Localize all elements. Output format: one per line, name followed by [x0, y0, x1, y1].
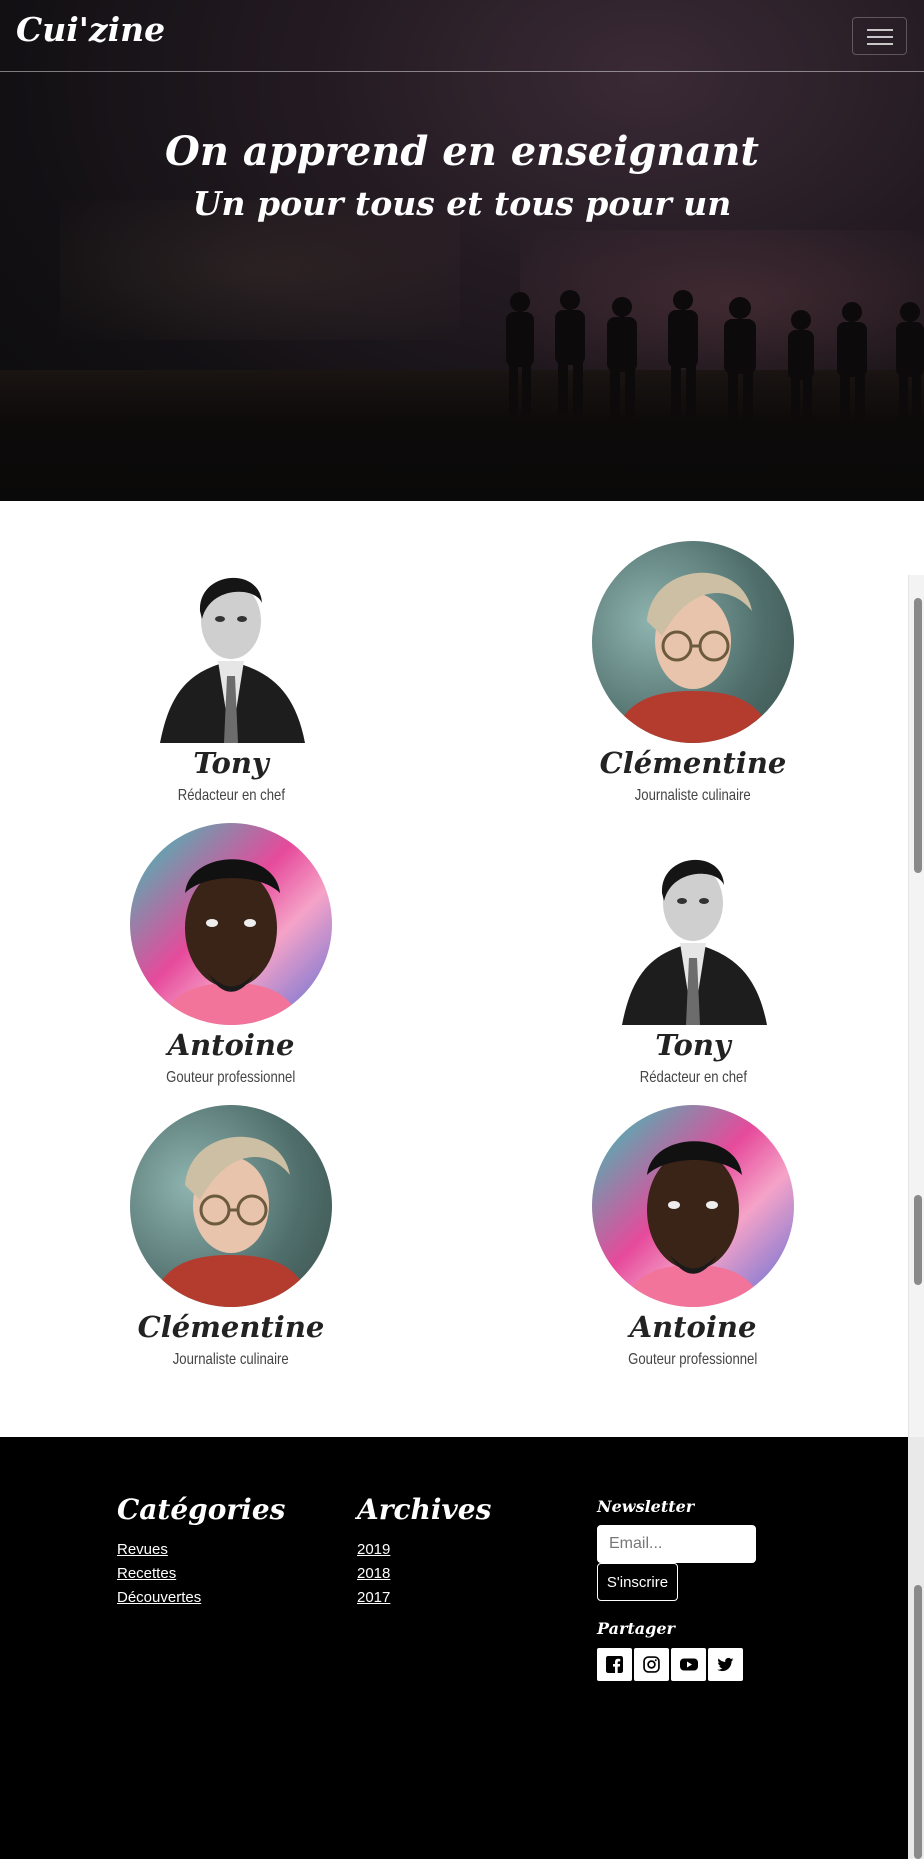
- hamburger-menu-icon: [867, 43, 893, 45]
- footer-categories-title: Catégories: [117, 1493, 286, 1526]
- team-member-card: Tony Rédacteur en chef: [91, 541, 371, 805]
- brand-logo[interactable]: Cui'zine: [16, 10, 165, 49]
- member-name: Clémentine: [137, 1310, 325, 1344]
- scrollbar-thumb[interactable]: [914, 598, 922, 873]
- member-name: Antoine: [167, 1028, 295, 1062]
- facebook-icon: [606, 1656, 623, 1673]
- footer-link-recettes[interactable]: Recettes: [117, 1565, 176, 1582]
- top-navbar: Cui'zine: [0, 0, 924, 72]
- hamburger-menu-icon: [867, 36, 893, 38]
- hero-title: On apprend en enseignant: [165, 128, 759, 175]
- avatar: [130, 823, 332, 1025]
- footer-archives-title: Archives: [357, 1493, 492, 1526]
- footer-link-decouvertes[interactable]: Découvertes: [117, 1589, 201, 1606]
- site-footer: Catégories Revues Recettes Découvertes A…: [0, 1437, 924, 1859]
- member-name: Tony: [193, 746, 269, 780]
- newsletter-title: Newsletter: [597, 1497, 695, 1516]
- instagram-button[interactable]: [634, 1648, 669, 1681]
- team-member-card: Clémentine Journaliste culinaire: [553, 541, 833, 805]
- member-role: Rédacteur en chef: [639, 1069, 747, 1086]
- team-member-card: Clémentine Journaliste culinaire: [91, 1105, 371, 1369]
- portrait-man-colorful: [160, 859, 302, 1025]
- hero-banner: Cui'zine On apprend en enseignant Un pou…: [0, 0, 924, 501]
- share-title: Partager: [597, 1619, 675, 1638]
- avatar: [130, 1105, 332, 1307]
- portrait-man-colorful: [622, 1141, 764, 1307]
- portrait-man-suit: [160, 577, 305, 743]
- twitter-button[interactable]: [708, 1648, 743, 1681]
- member-role: Rédacteur en chef: [177, 787, 285, 804]
- people-silhouettes: [506, 290, 924, 420]
- menu-toggle-button[interactable]: [852, 17, 907, 55]
- scrollbar-thumb[interactable]: [914, 1195, 922, 1285]
- team-member-card: Tony Rédacteur en chef: [553, 823, 833, 1087]
- footer-link-2018[interactable]: 2018: [357, 1565, 390, 1582]
- twitter-icon: [717, 1657, 734, 1672]
- footer-link-2017[interactable]: 2017: [357, 1589, 390, 1606]
- hamburger-menu-icon: [867, 29, 893, 31]
- scrollbar-thumb[interactable]: [914, 1585, 922, 1859]
- member-name: Antoine: [629, 1310, 757, 1344]
- subscribe-button[interactable]: S'inscrire: [597, 1563, 678, 1601]
- youtube-icon: [680, 1658, 698, 1671]
- avatar: [130, 541, 332, 743]
- avatar: [592, 823, 794, 1025]
- portrait-woman-glasses: [612, 572, 774, 743]
- facebook-button[interactable]: [597, 1648, 632, 1681]
- member-role: Gouteur professionnel: [166, 1069, 296, 1086]
- footer-link-2019[interactable]: 2019: [357, 1541, 390, 1558]
- portrait-woman-glasses: [150, 1136, 312, 1307]
- team-member-card: Antoine Gouteur professionnel: [553, 1105, 833, 1369]
- hero-subtitle: Un pour tous et tous pour un: [192, 184, 732, 223]
- instagram-icon: [643, 1656, 660, 1673]
- avatar: [592, 1105, 794, 1307]
- member-role: Journaliste culinaire: [173, 1351, 289, 1368]
- youtube-button[interactable]: [671, 1648, 706, 1681]
- footer-link-revues[interactable]: Revues: [117, 1541, 168, 1558]
- email-field[interactable]: [597, 1525, 756, 1563]
- member-name: Clémentine: [599, 746, 787, 780]
- avatar: [592, 541, 794, 743]
- member-role: Journaliste culinaire: [635, 787, 751, 804]
- team-member-card: Antoine Gouteur professionnel: [91, 823, 371, 1087]
- member-role: Gouteur professionnel: [628, 1351, 758, 1368]
- portrait-man-suit: [622, 859, 767, 1025]
- member-name: Tony: [655, 1028, 731, 1062]
